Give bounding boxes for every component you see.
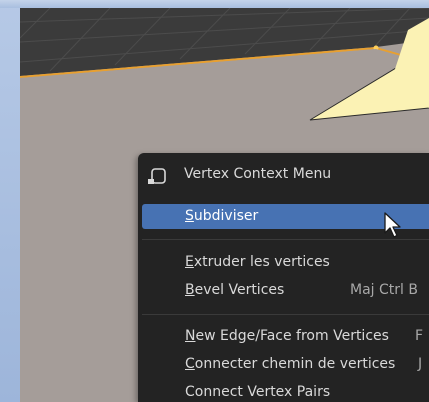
menu-item-mnemonic: S <box>185 208 194 224</box>
menu-item-label: Connect Vertex Pairs <box>185 384 330 400</box>
menu-item-text: Connect Vertex Pairs <box>185 384 331 400</box>
mouse-cursor-icon <box>384 212 401 238</box>
menu-item-mnemonic: N <box>185 328 196 344</box>
menu-item-shortcut: Maj Ctrl B <box>350 282 418 298</box>
menu-item-mnemonic: B <box>185 282 195 298</box>
menu-item-label: New Edge/Face from Vertices <box>185 328 389 344</box>
menu-item-connect-vertex-pairs[interactable]: Connect Vertex Pairs <box>142 380 429 402</box>
menu-item-text: evel Vertices <box>194 282 285 298</box>
vertex-context-menu: Vertex Context Menu Subdiviser Extruder … <box>138 153 429 402</box>
menu-item-mnemonic: E <box>185 254 194 270</box>
menu-item-shortcut: F <box>415 328 424 344</box>
menu-item-new-edge-face[interactable]: New Edge/Face from Vertices F <box>142 324 429 349</box>
menu-item-label: Extruder les vertices <box>185 254 330 270</box>
vertex-menu-icon <box>148 168 166 184</box>
menu-item-mnemonic: C <box>185 356 195 372</box>
menu-item-label: Bevel Vertices <box>185 282 284 298</box>
menu-separator <box>142 314 429 315</box>
menu-item-shortcut: J <box>418 356 423 372</box>
menu-item-bevel-vertices[interactable]: Bevel Vertices Maj Ctrl B <box>142 278 429 303</box>
menu-item-extruder-les-vertices[interactable]: Extruder les vertices <box>142 250 429 275</box>
menu-item-text: ubdiviser <box>193 208 259 224</box>
menu-title: Vertex Context Menu <box>184 166 332 182</box>
menu-item-text: xtruder les vertices <box>193 254 330 270</box>
menu-item-text: ew Edge/Face from Vertices <box>195 328 389 344</box>
menu-item-text: onnecter chemin de vertices <box>194 356 396 372</box>
window-frame-top <box>0 0 429 8</box>
menu-item-label: Subdiviser <box>185 208 258 224</box>
menu-header: Vertex Context Menu <box>138 153 429 197</box>
menu-item-connecter-chemin[interactable]: Connecter chemin de vertices J <box>142 352 429 377</box>
menu-item-label: Connecter chemin de vertices <box>185 356 395 372</box>
